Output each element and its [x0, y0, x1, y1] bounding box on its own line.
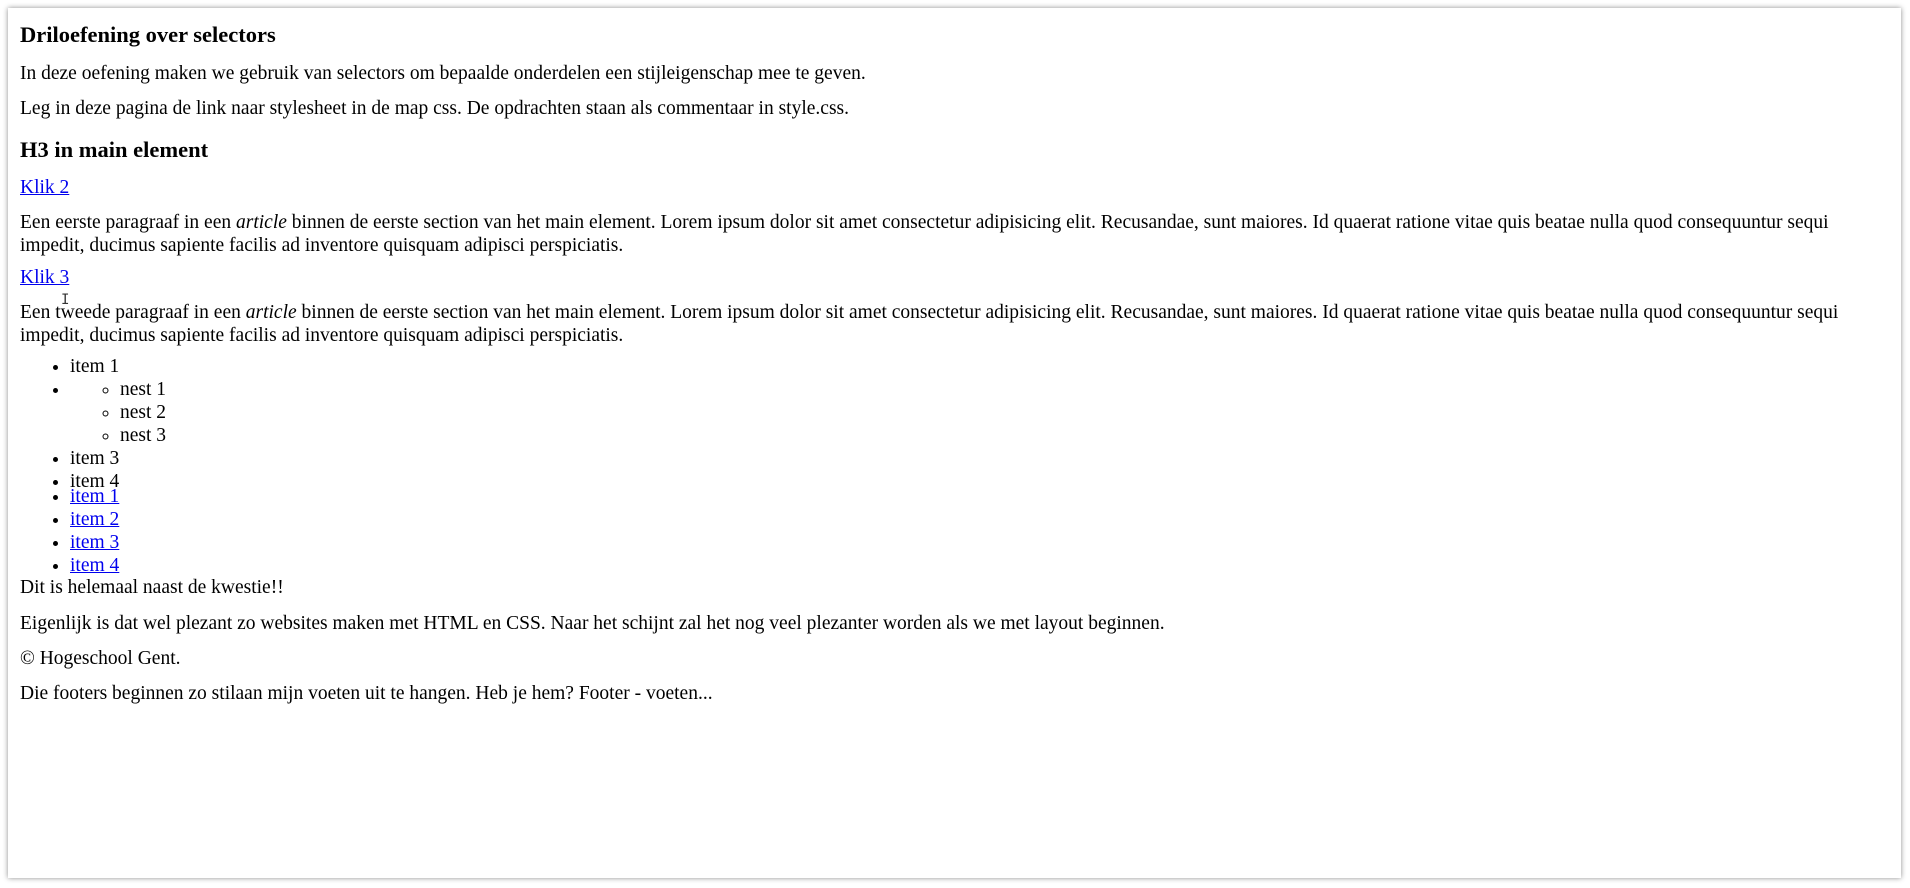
bullet-list: item 1 nest 1 nest 2 nest 3 item 3 item …	[20, 355, 1889, 493]
link-list: item 1 item 2 item 3 item 4	[20, 485, 1889, 577]
link-list-item: item 4	[70, 554, 1889, 577]
article-paragraph-1-text-end: binnen de eerste section van het main el…	[20, 212, 1829, 256]
article-paragraph-1: Een eerste paragraaf in een article binn…	[20, 211, 1889, 257]
klik-3-link[interactable]: Klik 3	[20, 267, 69, 288]
link-list-item: item 2	[70, 508, 1889, 531]
article-paragraph-2-text-start: Een tweede paragraaf in een	[20, 302, 246, 323]
text-cursor-icon: I	[61, 292, 70, 308]
link-list-link-2[interactable]: item 2	[70, 509, 119, 530]
klik-3-paragraph: Klik 3	[20, 266, 1889, 289]
link-list-item: item 3	[70, 531, 1889, 554]
klik-2-link[interactable]: Klik 2	[20, 177, 69, 198]
article-paragraph-2: Een tweede paragraaf in een article binn…	[20, 301, 1889, 347]
list-item-nested-container: nest 1 nest 2 nest 3	[70, 378, 1889, 447]
browser-viewport: Driloefening over selectors In deze oefe…	[8, 8, 1901, 878]
list-item: item 1	[70, 355, 1889, 378]
link-list-link-3[interactable]: item 3	[70, 532, 119, 553]
link-list-link-1[interactable]: item 1	[70, 486, 119, 507]
link-list-link-4[interactable]: item 4	[70, 555, 119, 576]
nested-list-item: nest 2	[120, 401, 1889, 424]
footer-joke: Die footers beginnen zo stilaan mijn voe…	[20, 683, 713, 704]
main-heading: H3 in main element	[20, 137, 209, 162]
article-paragraph-1-text-start: Een eerste paragraaf in een	[20, 212, 236, 233]
article-paragraph-1-emphasis: article	[236, 212, 287, 233]
klik-2-paragraph: Klik 2	[20, 176, 1889, 199]
page-heading: Driloefening over selectors	[20, 22, 276, 47]
nested-list: nest 1 nest 2 nest 3	[70, 378, 1889, 447]
footer-copyright: © Hogeschool Gent.	[20, 648, 181, 669]
article-paragraph-2-emphasis: article	[245, 302, 297, 323]
closing-paragraph: Eigenlijk is dat wel plezant zo websites…	[20, 613, 1165, 634]
link-list-item: item 1	[70, 485, 1889, 508]
nested-list-item: nest 3	[120, 424, 1889, 447]
intro-paragraph-1: In deze oefening maken we gebruik van se…	[20, 63, 866, 84]
nested-list-item: nest 1	[120, 378, 1889, 401]
aside-text: Dit is helemaal naast de kwestie!!	[20, 577, 284, 598]
intro-paragraph-2: Leg in deze pagina de link naar styleshe…	[20, 98, 850, 119]
list-item: item 3	[70, 447, 1889, 470]
